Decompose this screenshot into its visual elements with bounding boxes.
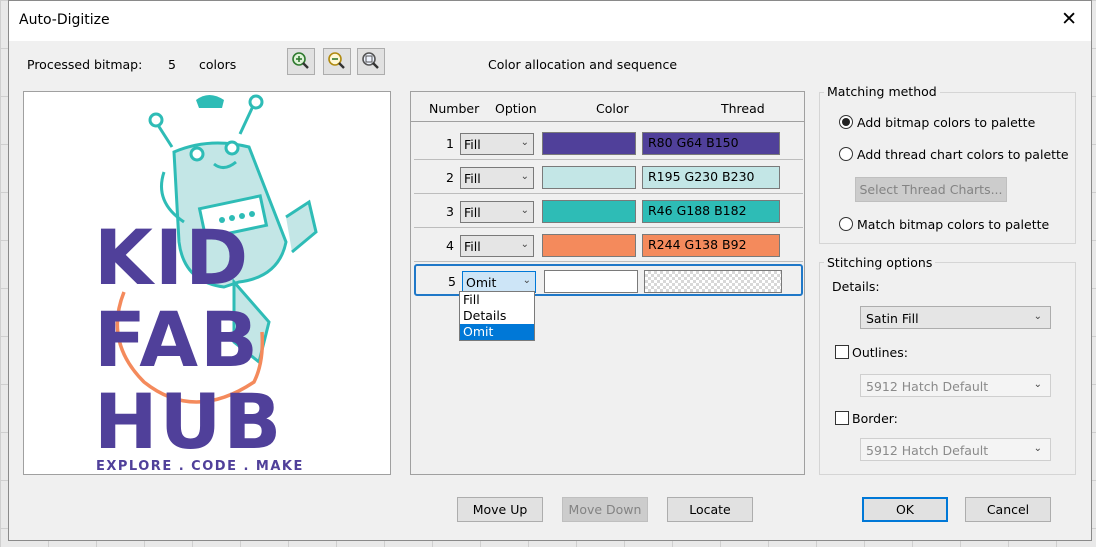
preview-line2: FAB [94, 295, 260, 384]
select-thread-charts-button[interactable]: Select Thread Charts... [855, 177, 1007, 202]
row-color-swatch[interactable] [544, 270, 638, 293]
cancel-button[interactable]: Cancel [965, 497, 1051, 522]
locate-button[interactable]: Locate [667, 497, 753, 522]
row-thread-swatch[interactable]: R195 G230 B230 [642, 166, 780, 189]
row-option-value: Fill [464, 171, 481, 186]
chevron-down-icon: ⌄ [1033, 443, 1042, 454]
row-thread-swatch[interactable]: R80 G64 B150 [642, 132, 780, 155]
row-color-swatch[interactable] [542, 132, 636, 155]
row-number: 2 [446, 170, 454, 185]
row-number: 3 [446, 204, 454, 219]
row-color-swatch[interactable] [542, 234, 636, 257]
zoom-in-icon [292, 52, 309, 69]
zoom-fit-button[interactable] [357, 48, 385, 75]
chevron-down-icon: ⌄ [520, 239, 529, 250]
radio-match-bitmap-label[interactable]: Match bitmap colors to palette [857, 217, 1049, 232]
row-number: 4 [446, 238, 454, 253]
zoom-in-button[interactable] [287, 48, 315, 75]
row-color-swatch[interactable] [542, 166, 636, 189]
dropdown-option-details[interactable]: Details [460, 308, 534, 324]
header-number[interactable]: Number [429, 101, 479, 116]
chevron-down-icon: ⌄ [520, 137, 529, 148]
radio-match-bitmap[interactable] [839, 217, 853, 231]
table-row[interactable]: 3 Fill ⌄ R46 G188 B182 [414, 196, 803, 228]
move-down-button[interactable]: Move Down [562, 497, 648, 522]
color-allocation-table: Number Option Color Thread 1 Fill ⌄ R80 G64… [410, 91, 805, 475]
header-option[interactable]: Option [495, 101, 537, 116]
outlines-value: 5912 Hatch Default [866, 379, 989, 394]
radio-add-bitmap-label[interactable]: Add bitmap colors to palette [857, 115, 1035, 130]
robot-illustration: KID FAB HUB EXPLORE . CODE . MAKE [94, 94, 318, 474]
row-thread-swatch[interactable] [644, 270, 782, 293]
bitmap-preview: KID FAB HUB EXPLORE . CODE . MAKE [23, 91, 391, 475]
border-value: 5912 Hatch Default [866, 443, 989, 458]
header-thread[interactable]: Thread [721, 101, 765, 116]
processed-bitmap-label: Processed bitmap: [27, 57, 143, 72]
row-option-combo[interactable]: Fill ⌄ [460, 133, 534, 155]
row-color-swatch[interactable] [542, 200, 636, 223]
details-label: Details: [832, 279, 880, 294]
table-row[interactable]: 4 Fill ⌄ R244 G138 B92 [414, 230, 803, 262]
preview-line3: HUB [94, 377, 283, 466]
radio-add-thread-chart[interactable] [839, 147, 853, 161]
preview-tagline: EXPLORE . CODE . MAKE [96, 459, 304, 474]
details-select[interactable]: Satin Fill ⌄ [860, 306, 1051, 329]
title-bar: Auto-Digitize ✕ [9, 1, 1091, 41]
chevron-down-icon: ⌄ [1033, 379, 1042, 390]
row-option-value: Fill [464, 239, 481, 254]
stitching-options-title: Stitching options [824, 255, 936, 270]
row-thread-swatch[interactable]: R46 G188 B182 [642, 200, 780, 223]
row-number: 1 [446, 136, 454, 151]
row-option-combo[interactable]: Fill ⌄ [460, 167, 534, 189]
row-option-value: Fill [464, 205, 481, 220]
row-number: 5 [448, 274, 456, 289]
allocation-label: Color allocation and sequence [488, 57, 678, 72]
option-dropdown-list[interactable]: Fill Details Omit [459, 291, 535, 341]
outlines-checkbox[interactable] [835, 345, 849, 359]
color-count: 5 [168, 57, 176, 72]
radio-add-thread-chart-label[interactable]: Add thread chart colors to palette [857, 147, 1069, 162]
table-row[interactable]: 2 Fill ⌄ R195 G230 B230 [414, 162, 803, 194]
header-color[interactable]: Color [596, 101, 629, 116]
table-row[interactable]: 1 Fill ⌄ R80 G64 B150 [414, 128, 803, 160]
border-checkbox[interactable] [835, 411, 849, 425]
dropdown-option-fill[interactable]: Fill [460, 292, 534, 308]
zoom-out-button[interactable] [323, 48, 351, 75]
outlines-label[interactable]: Outlines: [852, 345, 908, 360]
chevron-down-icon: ⌄ [522, 275, 531, 286]
row-option-value: Omit [466, 275, 497, 290]
chevron-down-icon: ⌄ [1033, 311, 1042, 322]
table-header: Number Option Color Thread [411, 92, 804, 122]
row-option-combo[interactable]: Fill ⌄ [460, 235, 534, 257]
chevron-down-icon: ⌄ [520, 171, 529, 182]
move-up-button[interactable]: Move Up [457, 497, 543, 522]
auto-digitize-dialog: Auto-Digitize ✕ Processed bitmap: 5 colo… [8, 0, 1092, 541]
chevron-down-icon: ⌄ [520, 205, 529, 216]
colors-label: colors [199, 57, 237, 72]
zoom-fit-icon [362, 52, 379, 69]
matching-method-title: Matching method [824, 84, 940, 99]
radio-add-bitmap[interactable] [839, 115, 853, 129]
border-label[interactable]: Border: [852, 411, 898, 426]
border-select[interactable]: 5912 Hatch Default ⌄ [860, 438, 1051, 461]
row-option-combo[interactable]: Fill ⌄ [460, 201, 534, 223]
zoom-out-icon [328, 52, 345, 69]
window-title: Auto-Digitize [19, 12, 110, 28]
close-icon[interactable]: ✕ [1061, 10, 1077, 29]
preview-line1: KID [94, 213, 250, 302]
row-option-combo[interactable]: Omit ⌄ [462, 271, 536, 293]
dropdown-option-omit[interactable]: Omit [460, 324, 534, 340]
ok-button[interactable]: OK [862, 497, 948, 522]
details-value: Satin Fill [866, 311, 919, 326]
row-option-value: Fill [464, 137, 481, 152]
row-thread-swatch[interactable]: R244 G138 B92 [642, 234, 780, 257]
outlines-select[interactable]: 5912 Hatch Default ⌄ [860, 374, 1051, 397]
